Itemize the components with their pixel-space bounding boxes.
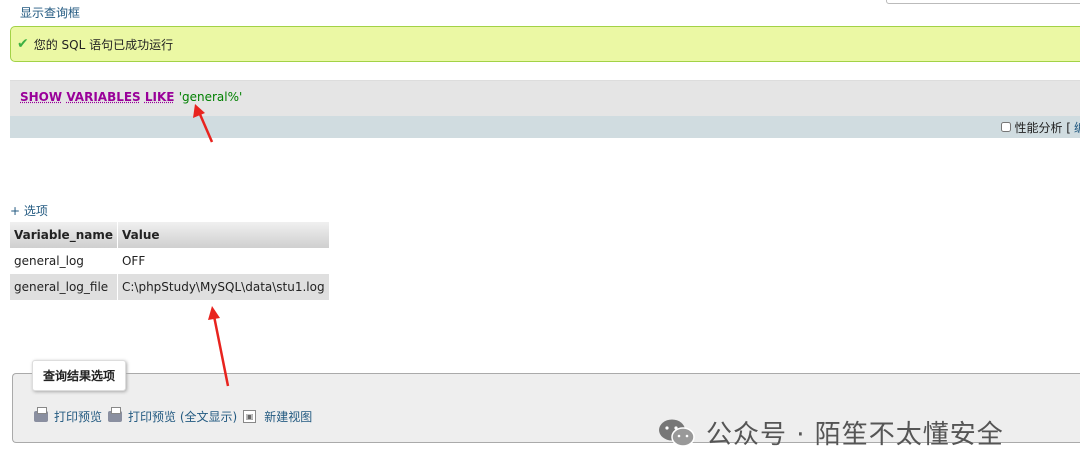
print-preview-label: 打印预览 <box>54 410 103 424</box>
table-cell: OFF <box>117 248 330 274</box>
result-actions: 打印预览 打印预览 (全文显示) ▣ 新建视图 <box>34 407 318 425</box>
wechat-icon <box>659 419 695 447</box>
success-text: 您的 SQL 语句已成功运行 <box>33 37 174 52</box>
sql-keyword-like[interactable]: LIKE <box>145 90 175 104</box>
table-row[interactable]: general_log_file C:\phpStudy\MySQL\data\… <box>10 274 330 300</box>
print-preview-full-link[interactable]: 打印预览 (全文显示) <box>108 407 238 425</box>
sql-keyword-variables[interactable]: VARIABLES <box>66 90 140 104</box>
sql-string-literal: 'general%' <box>178 90 243 104</box>
watermark-text: 公众号 · 陌笙不太懂安全 <box>706 420 1004 450</box>
sql-keyword-show[interactable]: SHOW <box>20 90 62 104</box>
success-message: ✔ 您的 SQL 语句已成功运行 <box>10 26 1080 62</box>
table-row[interactable]: general_log OFF <box>10 248 330 274</box>
profiling-checkbox[interactable] <box>1001 122 1012 132</box>
print-preview-link[interactable]: 打印预览 <box>34 407 103 425</box>
create-view-link[interactable]: ▣ 新建视图 <box>243 408 312 425</box>
edit-inline-link[interactable]: 编 <box>1074 119 1080 136</box>
sql-toolbar: 性能分析 [ 编 <box>10 116 1080 138</box>
table-cell: general_log <box>10 248 118 274</box>
show-query-box-link[interactable]: 显示查询框 <box>20 4 80 21</box>
table-cell: general_log_file <box>10 274 118 300</box>
results-table: Variable_name Value general_log OFF gene… <box>10 222 330 300</box>
options-toggle-link[interactable]: + 选项 <box>10 202 48 219</box>
top-search-input[interactable] <box>886 0 1080 4</box>
watermark: 公众号 · 陌笙不太懂安全 <box>658 414 1004 451</box>
create-view-icon: ▣ <box>243 410 257 423</box>
column-header-variable-name[interactable]: Variable_name <box>10 222 118 248</box>
printer-icon <box>34 407 48 422</box>
sql-query-display: SHOW VARIABLES LIKE 'general%' <box>10 80 1080 116</box>
printer-icon <box>108 407 123 422</box>
query-result-options-legend: 查询结果选项 <box>32 360 127 391</box>
checkmark-icon: ✔ <box>17 36 29 52</box>
create-view-label: 新建视图 <box>264 410 313 424</box>
column-header-value[interactable]: Value <box>117 222 330 248</box>
table-cell: C:\phpStudy\MySQL\data\stu1.log <box>117 274 330 300</box>
profiling-label: 性能分析 [ <box>1014 120 1071 135</box>
print-preview-full-label: 打印预览 (全文显示) <box>128 410 238 424</box>
